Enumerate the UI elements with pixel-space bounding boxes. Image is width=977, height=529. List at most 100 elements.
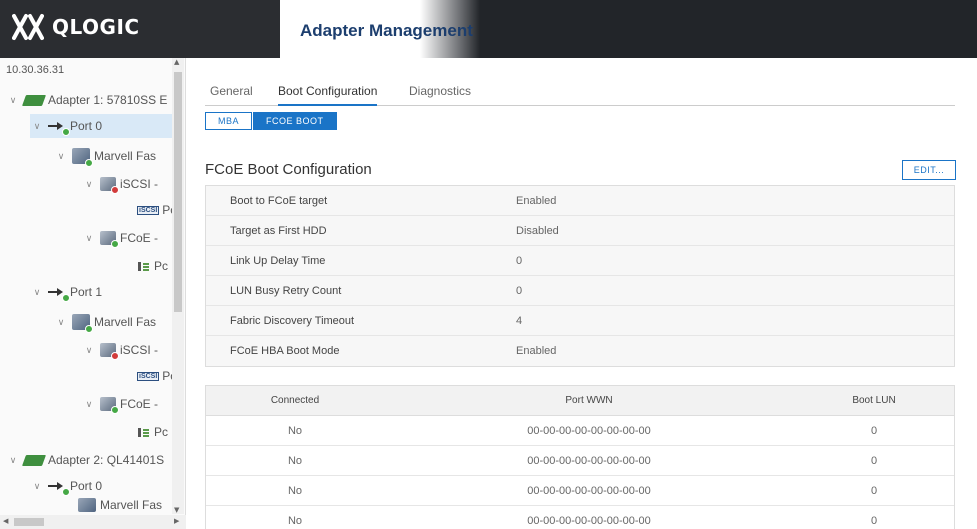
tab-diagnostics[interactable]: Diagnostics	[409, 84, 471, 106]
iscsi-function-icon	[100, 343, 119, 360]
fcoe-properties-table: Boot to FCoE target Enabled Target as Fi…	[205, 185, 955, 367]
scroll-down-icon[interactable]: ▼	[174, 506, 179, 514]
fcoe-function-icon	[100, 397, 119, 414]
subtab-mba[interactable]: MBA	[205, 112, 253, 130]
tree-item-label: iSCSI -	[120, 343, 159, 357]
tree-item-label: FCoE -	[120, 231, 159, 245]
port-icon	[48, 120, 70, 136]
scroll-up-icon[interactable]: ▲	[174, 58, 179, 66]
cell-boot-lun: 0	[870, 484, 878, 497]
tree-item-fcoe[interactable]: ∨ FCoE -	[82, 392, 158, 416]
tree-item-label: Adapter 1: 57810SS E	[48, 93, 168, 107]
tree-item-iscsi-port[interactable]: iSCSI Pc	[134, 364, 176, 388]
chevron-down-icon[interactable]: ∨	[30, 121, 44, 132]
tree-item-fc-port[interactable]: Pc	[134, 254, 168, 278]
chevron-down-icon[interactable]: ∨	[82, 345, 96, 356]
scrollbar-thumb[interactable]	[14, 518, 44, 526]
table-row[interactable]: No 00-00-00-00-00-00-00-00 0	[206, 506, 954, 529]
subtab-fcoe-boot[interactable]: FCOE BOOT	[253, 112, 337, 130]
section-title: FCoE Boot Configuration	[205, 161, 372, 178]
tree-item-fcoe[interactable]: ∨ FCoE -	[82, 226, 158, 250]
property-name: FCoE HBA Boot Mode	[230, 345, 340, 357]
iscsi-port-icon: iSCSI	[137, 205, 160, 215]
main-tabs: General Boot Configuration Diagnostics	[205, 84, 955, 106]
tree-item-function[interactable]: ∨ Marvell Fas	[54, 310, 156, 334]
chevron-down-icon[interactable]: ∨	[82, 179, 96, 190]
tree-item-function[interactable]: ∨ Marvell Fas	[54, 144, 156, 168]
tree-item-label: Marvell Fas	[94, 149, 157, 163]
tree-item-label: Marvell Fas	[94, 315, 157, 329]
cell-port-wwn: 00-00-00-00-00-00-00-00	[527, 424, 651, 437]
scrollbar-thumb[interactable]	[174, 72, 182, 312]
port-icon	[48, 286, 70, 302]
chevron-down-icon[interactable]: ∨	[30, 481, 44, 492]
tree-item-label: Port 1	[70, 285, 103, 299]
cell-boot-lun: 0	[870, 454, 878, 467]
property-row: LUN Busy Retry Count 0	[206, 276, 954, 306]
property-name: Target as First HDD	[230, 224, 327, 237]
cell-port-wwn: 00-00-00-00-00-00-00-00	[527, 514, 651, 527]
property-row: Target as First HDD Disabled	[206, 216, 954, 246]
column-header-boot-lun[interactable]: Boot LUN	[794, 395, 954, 406]
property-row: Boot to FCoE target Enabled	[206, 186, 954, 216]
chevron-down-icon[interactable]: ∨	[82, 233, 96, 244]
chevron-down-icon[interactable]: ∨	[30, 287, 44, 298]
tree-item-iscsi-port[interactable]: iSCSI Pc	[134, 198, 176, 222]
edit-button[interactable]: EDIT...	[902, 160, 956, 180]
target-wwn-table: Connected Port WWN Boot LUN No 00-00-00-…	[205, 385, 955, 529]
tab-general[interactable]: General	[210, 84, 253, 106]
adapter-tree: 10.30.36.31 ∨ Adapter 1: 57810SS E ∨ Por…	[0, 58, 186, 529]
table-row[interactable]: No 00-00-00-00-00-00-00-00 0	[206, 416, 954, 446]
property-name: LUN Busy Retry Count	[230, 284, 342, 297]
fc-port-icon	[137, 261, 151, 272]
tree-item-port-1[interactable]: ∨ Port 1	[30, 280, 102, 304]
tree-item-iscsi[interactable]: ∨ iSCSI -	[82, 172, 158, 196]
table-row[interactable]: No 00-00-00-00-00-00-00-00 0	[206, 476, 954, 506]
cell-port-wwn: 00-00-00-00-00-00-00-00	[527, 484, 651, 497]
tree-item-label: Port 0	[70, 119, 103, 133]
function-icon	[72, 148, 93, 167]
tree-item-adapter-1[interactable]: ∨ Adapter 1: 57810SS E	[6, 88, 168, 112]
tree-item-fc-port[interactable]: Pc	[134, 420, 168, 444]
port-icon	[48, 480, 70, 496]
tree-item-function[interactable]: Marvell Fas	[74, 498, 162, 512]
boot-subtabs: MBA FCOE BOOT	[205, 112, 337, 130]
tree-item-label: Marvell Fas	[100, 498, 163, 512]
tree-item-label: Pc	[154, 259, 169, 273]
property-name: Link Up Delay Time	[230, 254, 326, 267]
fcoe-function-icon	[100, 231, 119, 248]
chevron-down-icon[interactable]: ∨	[54, 317, 68, 328]
property-value: 0	[516, 254, 523, 267]
logo-area: QLOGIC	[0, 0, 280, 58]
cell-port-wwn: 00-00-00-00-00-00-00-00	[527, 454, 651, 467]
iscsi-port-icon: iSCSI	[137, 371, 160, 381]
function-icon	[78, 498, 96, 512]
tree-item-adapter-2[interactable]: ∨ Adapter 2: QL41401S	[6, 448, 164, 472]
tree-item-port-0[interactable]: ∨ Port 0	[30, 114, 172, 138]
app-title-banner: Adapter Management	[280, 0, 480, 58]
column-header-port-wwn[interactable]: Port WWN	[384, 395, 794, 406]
cell-connected: No	[287, 514, 303, 527]
chevron-down-icon[interactable]: ∨	[54, 151, 68, 162]
table-row[interactable]: No 00-00-00-00-00-00-00-00 0	[206, 446, 954, 476]
chevron-down-icon[interactable]: ∨	[82, 399, 96, 410]
property-value: Enabled	[516, 194, 557, 207]
scroll-left-icon[interactable]: ◀	[3, 517, 8, 525]
adapter-icon	[21, 94, 47, 106]
tree-item-iscsi[interactable]: ∨ iSCSI -	[82, 338, 158, 362]
tree-horizontal-scrollbar[interactable]: ◀ ▶	[0, 515, 186, 529]
host-address[interactable]: 10.30.36.31	[6, 64, 64, 76]
cell-connected: No	[287, 484, 303, 497]
iscsi-function-icon	[100, 177, 119, 194]
property-name: Boot to FCoE target	[230, 194, 328, 207]
tab-boot-configuration[interactable]: Boot Configuration	[278, 84, 378, 106]
chevron-down-icon[interactable]: ∨	[6, 95, 20, 106]
tree-item-label: FCoE -	[120, 397, 159, 411]
scroll-right-icon[interactable]: ▶	[174, 517, 179, 525]
chevron-down-icon[interactable]: ∨	[6, 455, 20, 466]
column-header-connected[interactable]: Connected	[206, 395, 384, 406]
tree-vertical-scrollbar[interactable]: ▲ ▼	[172, 58, 184, 514]
cell-connected: No	[287, 454, 303, 467]
tree-item-port-0[interactable]: ∨ Port 0	[30, 474, 102, 498]
table-header-row: Connected Port WWN Boot LUN	[206, 386, 954, 416]
